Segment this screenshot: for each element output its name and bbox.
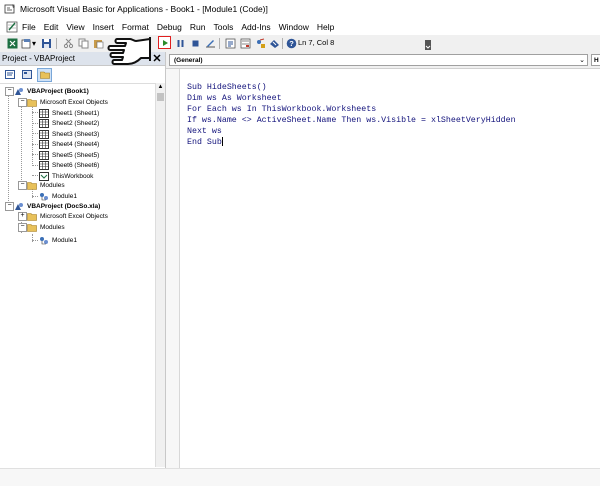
menu-window[interactable]: Window [279, 22, 309, 32]
code-line[interactable]: Dim ws As Worksheet [187, 93, 516, 104]
menu-file[interactable]: File [22, 22, 36, 32]
hand-pointer-icon [107, 37, 151, 65]
code-lines[interactable]: Sub HideSheets() Dim ws As Worksheet For… [187, 82, 516, 148]
project-explorer-panel: Project - VBAProject ✕ − VBAProject (Boo… [0, 52, 166, 468]
tree-sheet3[interactable]: Sheet3 (Sheet3) [39, 129, 99, 139]
copy-icon[interactable] [77, 37, 89, 49]
folder-icon [27, 181, 37, 190]
menu-add-ins[interactable]: Add-Ins [241, 22, 270, 32]
project-tree: − VBAProject (Book1) − Microsoft Excel O… [0, 84, 155, 467]
folder-icon [27, 223, 37, 232]
break-icon[interactable] [174, 37, 186, 49]
vba-app-icon [4, 4, 15, 14]
sheet-icon [39, 129, 49, 139]
design-mode-icon[interactable] [204, 37, 216, 49]
tree-vbaproject-docso[interactable]: VBAProject (DocSo.xla) [14, 201, 100, 211]
code-editor[interactable]: Sub HideSheets() Dim ws As Worksheet For… [166, 68, 600, 469]
tree-sheet5[interactable]: Sheet5 (Sheet5) [39, 150, 99, 160]
tree-scrollbar[interactable]: ▲ [155, 83, 165, 467]
cursor-position: Ln 7, Col 8 [298, 38, 335, 47]
expand-toggle[interactable]: + [18, 212, 27, 221]
module-icon [40, 192, 48, 200]
folder-icon [27, 98, 37, 107]
toolbar-separator [282, 38, 283, 49]
sheet-icon [39, 108, 49, 118]
project-panel-title: Project - VBAProject [2, 54, 75, 63]
standard-toolbar: ▾ ? Ln 7, Col 8 [0, 35, 600, 53]
folder-icon [27, 212, 37, 221]
toolbar-separator [56, 38, 57, 49]
window-title: Microsoft Visual Basic for Applications … [20, 4, 268, 14]
collapse-toggle[interactable]: − [18, 98, 27, 107]
module-icon [40, 236, 48, 244]
code-line-text[interactable]: End Sub [187, 138, 222, 147]
tree-vbaproject-book1[interactable]: VBAProject (Book1) [14, 86, 89, 96]
properties-window-icon[interactable] [239, 37, 251, 49]
tree-modules-2[interactable]: Modules [27, 222, 65, 232]
tree-sheet4[interactable]: Sheet4 (Sheet4) [39, 139, 99, 149]
excel-doc-icon[interactable] [6, 21, 18, 33]
menu-help[interactable]: Help [317, 22, 334, 32]
menu-tools[interactable]: Tools [213, 22, 233, 32]
code-line[interactable]: Next ws [187, 126, 516, 137]
text-caret [221, 137, 223, 147]
project-explorer-icon[interactable] [224, 37, 236, 49]
cut-icon[interactable] [62, 37, 74, 49]
title-bar: Microsoft Visual Basic for Applications … [0, 0, 600, 18]
toolbox-icon[interactable] [268, 37, 280, 49]
collapse-toggle[interactable]: − [18, 223, 27, 232]
code-line[interactable]: Sub HideSheets() [187, 82, 516, 93]
tree-module1-2[interactable]: Module1 [39, 235, 77, 245]
scroll-thumb[interactable] [157, 93, 164, 101]
sheet-icon [39, 150, 49, 160]
toggle-folders-icon[interactable] [37, 67, 52, 82]
tree-excel-objects[interactable]: Microsoft Excel Objects [27, 97, 108, 107]
scroll-up-icon[interactable]: ▲ [157, 84, 164, 91]
bottom-strip [0, 468, 600, 486]
code-line[interactable]: For Each ws In ThisWorkbook.Worksheets [187, 104, 516, 115]
collapse-toggle[interactable]: − [18, 181, 27, 190]
object-combo[interactable]: (General) ⌄ [169, 54, 588, 66]
object-browser-icon[interactable] [254, 37, 266, 49]
collapse-toggle[interactable]: − [5, 202, 14, 211]
tree-excel-objects-2[interactable]: Microsoft Excel Objects [27, 211, 108, 221]
run-sub-button[interactable] [158, 36, 171, 49]
chevron-down-icon[interactable]: ⌄ [579, 56, 585, 64]
code-line-last[interactable]: End Sub [187, 137, 516, 148]
toolbar-separator [219, 38, 220, 49]
view-code-icon[interactable] [3, 69, 16, 81]
vbaproject-icon [15, 87, 23, 95]
menu-bar: File Edit View Insert Format Debug Run T… [0, 18, 600, 35]
help-icon[interactable]: ? [285, 37, 297, 49]
tree-sheet1[interactable]: Sheet1 (Sheet1) [39, 108, 99, 118]
tree-modules[interactable]: Modules [27, 180, 65, 190]
sheet-icon [39, 139, 49, 149]
collapse-toggle[interactable]: − [5, 87, 14, 96]
tree-module1[interactable]: Module1 [39, 191, 77, 201]
sheet-icon [39, 118, 49, 128]
tree-sheet6[interactable]: Sheet6 (Sheet6) [39, 160, 99, 170]
menu-view[interactable]: View [66, 22, 84, 32]
save-icon[interactable] [40, 37, 52, 49]
code-window: (General) ⌄ H Sub HideSheets() Dim ws As… [166, 52, 600, 469]
view-object-icon[interactable] [20, 69, 33, 81]
menu-run[interactable]: Run [190, 22, 206, 32]
svg-text:?: ? [289, 39, 294, 48]
view-excel-icon[interactable] [6, 37, 18, 49]
tree-sheet2[interactable]: Sheet2 (Sheet2) [39, 118, 99, 128]
toolbar-options-icon[interactable] [425, 40, 431, 50]
reset-icon[interactable] [189, 37, 201, 49]
code-margin [166, 69, 180, 469]
vbaproject-icon [15, 202, 23, 210]
menu-edit[interactable]: Edit [44, 22, 59, 32]
procedure-combo[interactable]: H [591, 54, 600, 66]
dropdown-arrow-icon[interactable]: ▾ [31, 37, 37, 49]
code-window-header: (General) ⌄ H [166, 52, 600, 68]
menu-debug[interactable]: Debug [157, 22, 182, 32]
code-line[interactable]: If ws.Name <> ActiveSheet.Name Then ws.V… [187, 115, 516, 126]
sheet-icon [39, 160, 49, 170]
